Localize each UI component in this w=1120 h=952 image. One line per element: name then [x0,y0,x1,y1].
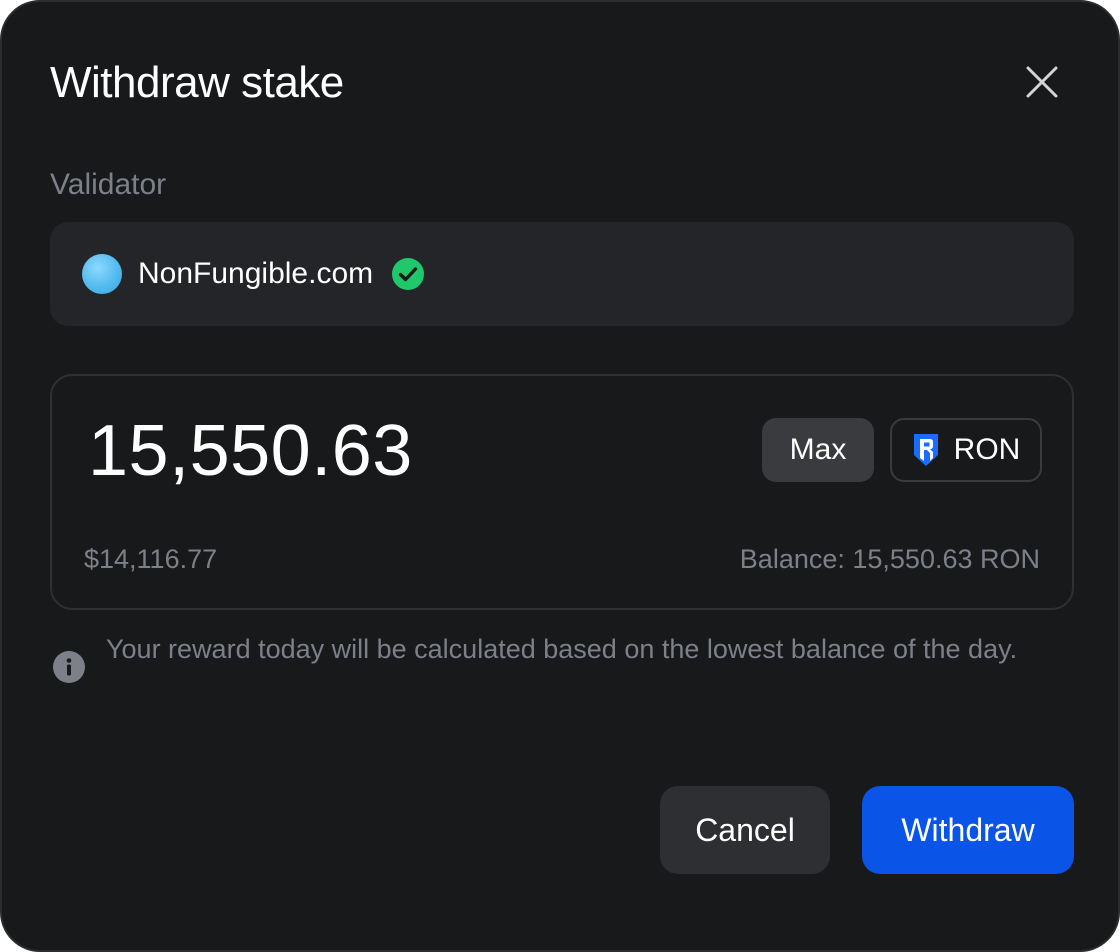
close-icon[interactable] [1024,64,1060,100]
amount-input-box: 15,550.63 Max RON $14,116.77 Balance: 15… [50,374,1074,610]
withdraw-button[interactable]: Withdraw [862,786,1074,874]
info-icon [53,651,85,683]
validator-avatar [82,254,122,294]
amount-input[interactable]: 15,550.63 [88,410,413,492]
token-symbol: RON [953,433,1021,466]
validator-name: NonFungible.com [138,257,374,290]
token-selector[interactable]: RON [890,418,1042,482]
ronin-logo-icon [913,434,938,466]
withdraw-stake-dialog: Withdraw stake Validator NonFungible.com… [0,0,1120,952]
info-text: Your reward today will be calculated bas… [106,634,1018,664]
max-button[interactable]: Max [762,418,874,482]
validator-label: Validator [50,168,167,201]
validator-selector: NonFungible.com [50,222,1074,326]
balance-text: Balance: 15,550.63 RON [739,544,1040,574]
dialog-title: Withdraw stake [50,58,344,107]
close-button[interactable] [1020,60,1064,104]
usd-value: $14,116.77 [84,544,218,574]
check-circle-icon [392,258,425,290]
cancel-button[interactable]: Cancel [660,786,830,874]
info-notice: Your reward today will be calculated bas… [52,628,1062,684]
